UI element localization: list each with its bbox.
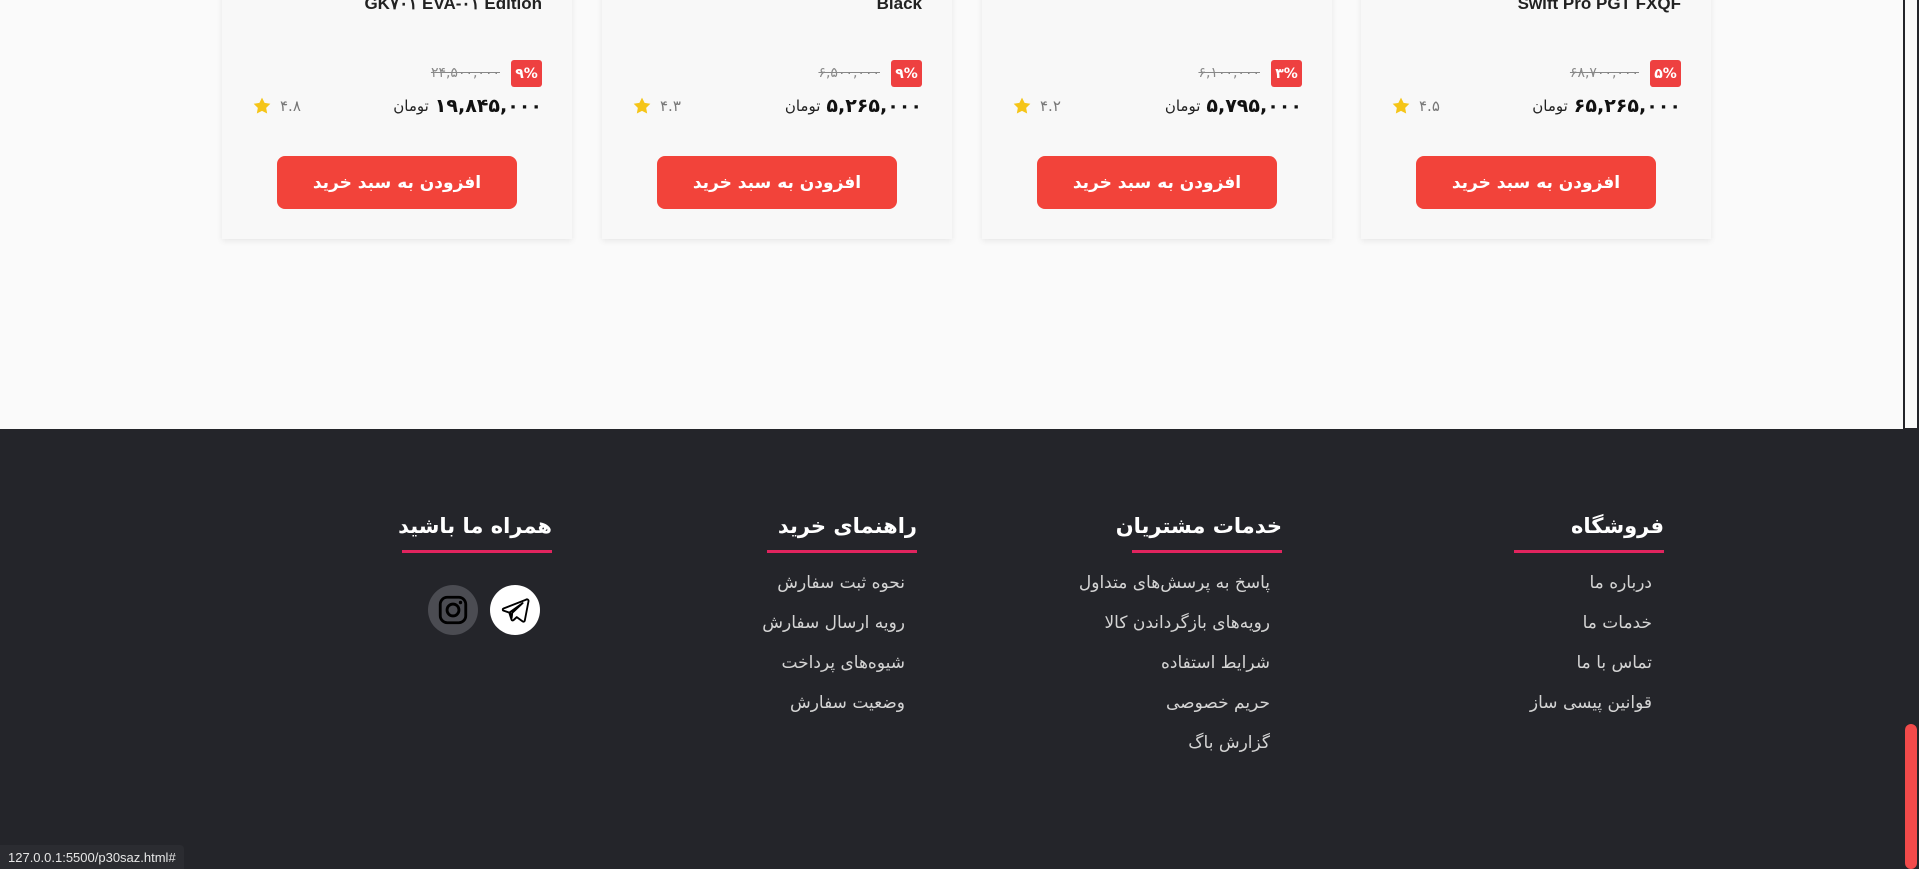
currency: تومان <box>1532 97 1568 115</box>
old-price: ۲۴,۵۰۰,۰۰۰ <box>430 65 500 81</box>
price-row: ۶۵,۲۶۵,۰۰۰ تومان <box>1532 95 1681 117</box>
site-footer: فروشگاه درباره ما خدمات ما تماس با ما قو… <box>0 429 1903 869</box>
currency: تومان <box>393 97 429 115</box>
vertical-scrollbar[interactable] <box>1903 0 1919 869</box>
footer-link[interactable]: شیوه‌های پرداخت <box>767 653 905 673</box>
discount-badge: ۹% <box>511 60 542 87</box>
footer-heading: خدمات مشتریان <box>1115 514 1282 538</box>
instagram-icon[interactable] <box>428 585 478 635</box>
rating-value: ۴.۳ <box>660 97 681 115</box>
footer-link[interactable]: رویه‌های بازگرداندن کالا <box>1104 613 1270 633</box>
price: ۱۹,۸۴۵,۰۰۰ <box>434 95 542 117</box>
product-card: GK۷۰۱ EVA-۰۱ Edition ۹% ۲۴,۵۰۰,۰۰۰ ۱۹,۸۴… <box>222 0 572 239</box>
product-name[interactable]: GK۷۰۱ EVA-۰۱ Edition <box>364 0 542 14</box>
rating-value: ۴.۵ <box>1419 97 1440 115</box>
rating-value: ۴.۸ <box>280 97 301 115</box>
star-icon <box>1013 97 1031 114</box>
footer-column-services: خدمات مشتریان پاسخ به پرسش‌های متداول رو… <box>1079 514 1282 773</box>
add-to-cart-button[interactable]: افزودن به سبد خرید <box>657 156 897 209</box>
discount-badge: ۹% <box>891 60 922 87</box>
product-name[interactable]: Black <box>877 0 922 14</box>
old-price: ۶۸,۷۰۰,۰۰۰ <box>1569 65 1639 81</box>
footer-link[interactable]: رویه ارسال سفارش <box>762 613 905 633</box>
currency: تومان <box>784 97 821 115</box>
star-icon <box>633 97 651 114</box>
footer-heading: راهنمای خرید <box>777 514 917 538</box>
price: ۵,۷۹۵,۰۰۰ <box>1206 95 1302 117</box>
footer-link[interactable]: خدمات ما <box>1514 613 1652 633</box>
heading-underline <box>402 550 552 553</box>
heading-underline <box>1132 550 1282 553</box>
price-row: ۱۹,۸۴۵,۰۰۰ تومان <box>393 95 542 117</box>
add-to-cart-button[interactable]: افزودن به سبد خرید <box>277 156 517 209</box>
footer-column-store: فروشگاه درباره ما خدمات ما تماس با ما قو… <box>1514 514 1664 733</box>
social-links <box>402 585 552 635</box>
footer-link[interactable]: درباره ما <box>1514 573 1653 593</box>
product-card: Swift Pro PGT FXQF ۵% ۶۸,۷۰۰,۰۰۰ ۶۵,۲۶۵,… <box>1361 0 1711 239</box>
scrollbar-thumb[interactable] <box>1905 724 1917 869</box>
rating: ۴.۲ <box>1012 96 1061 116</box>
footer-link[interactable]: حریم خصوصی <box>1132 693 1270 713</box>
add-to-cart-button[interactable]: افزودن به سبد خرید <box>1037 156 1277 209</box>
discount-badge: ۵% <box>1650 60 1681 87</box>
footer-column-guide: راهنمای خرید نحوه ثبت سفارش رویه ارسال س… <box>762 514 917 733</box>
scrollbar-track-top <box>1905 0 1917 428</box>
footer-link[interactable]: وضعیت سفارش <box>767 693 905 713</box>
product-card: Black ۹% ۶,۵۰۰,۰۰۰ ۵,۲۶۵,۰۰۰ تومان ۴.۳ ا… <box>602 0 952 239</box>
price-row: ۵,۲۶۵,۰۰۰ تومان <box>785 95 922 117</box>
heading-underline <box>1514 550 1664 553</box>
status-url: 127.0.0.1:5500/p30saz.html# <box>0 845 184 869</box>
add-to-cart-button[interactable]: افزودن به سبد خرید <box>1416 156 1656 209</box>
star-icon <box>1392 97 1410 114</box>
product-card: ۳% ۶,۱۰۰,۰۰۰ ۵,۷۹۵,۰۰۰ تومان ۴.۲ افزودن … <box>982 0 1332 239</box>
footer-heading: همراه ما باشید <box>398 514 552 538</box>
currency: تومان <box>1164 97 1201 115</box>
old-price: ۶,۵۰۰,۰۰۰ <box>818 65 880 81</box>
rating: ۴.۵ <box>1391 96 1440 116</box>
footer-link[interactable]: نحوه ثبت سفارش <box>767 573 905 593</box>
telegram-icon[interactable] <box>490 585 540 635</box>
footer-link[interactable]: پاسخ به پرسش‌های متداول <box>1079 573 1270 593</box>
rating-value: ۴.۲ <box>1040 97 1061 115</box>
discount-badge: ۳% <box>1271 60 1302 87</box>
product-name[interactable]: Swift Pro PGT FXQF <box>1518 0 1681 14</box>
rating: ۴.۳ <box>632 96 681 116</box>
heading-underline <box>767 550 917 553</box>
footer-column-follow: همراه ما باشید <box>398 514 552 635</box>
footer-link[interactable]: قوانین پیسی ساز <box>1514 693 1652 713</box>
price-row: ۵,۷۹۵,۰۰۰ تومان <box>1165 95 1302 117</box>
price: ۶۵,۲۶۵,۰۰۰ <box>1573 95 1681 117</box>
price: ۵,۲۶۵,۰۰۰ <box>826 95 922 117</box>
footer-link[interactable]: گزارش باگ <box>1132 733 1270 753</box>
footer-heading: فروشگاه <box>1570 514 1664 538</box>
product-section: Swift Pro PGT FXQF ۵% ۶۸,۷۰۰,۰۰۰ ۶۵,۲۶۵,… <box>0 0 1903 429</box>
footer-link[interactable]: تماس با ما <box>1514 653 1653 673</box>
old-price: ۶,۱۰۰,۰۰۰ <box>1198 65 1260 81</box>
footer-link[interactable]: شرایط استفاده <box>1132 653 1270 673</box>
rating: ۴.۸ <box>252 96 301 116</box>
star-icon <box>253 97 271 114</box>
